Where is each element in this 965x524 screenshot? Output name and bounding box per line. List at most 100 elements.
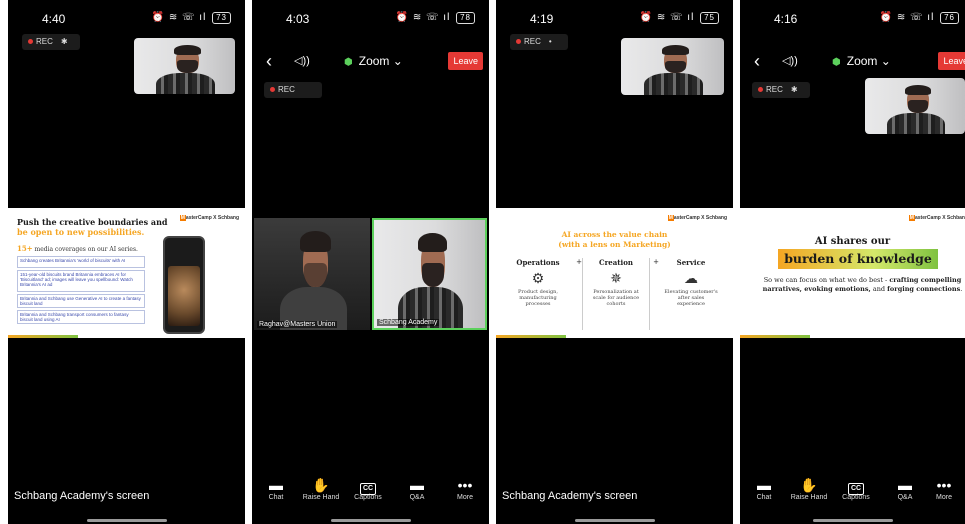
status-icons: ⏰ ≋ ☏ ıl 78: [396, 12, 475, 24]
self-video-pip[interactable]: [621, 38, 724, 95]
more-button[interactable]: ••• More: [922, 476, 965, 501]
slide-title: AI across the value chain: [561, 230, 668, 239]
shared-slide: MasterCamp X Schban AI shares our burden…: [740, 208, 965, 338]
captions-button[interactable]: CC Captions: [834, 476, 878, 501]
phone-mockup-image: [163, 236, 205, 334]
participant-video: [865, 78, 965, 134]
leave-button[interactable]: Leave: [938, 52, 965, 70]
battery-icon: 73: [212, 12, 231, 24]
four-phone-screenshot-collage: 4:40 ⏰ ≋ ☏ ıl 73 REC ✱ MasterCamp X Schba…: [0, 0, 965, 524]
shared-slide: MasterCamp X Schbang AI across the value…: [496, 208, 733, 338]
status-time: 4:19: [530, 12, 554, 26]
qa-button[interactable]: ▬ Q&A: [883, 476, 927, 501]
news-list: Schbang creates Britannia's 'world of bi…: [17, 256, 145, 324]
home-indicator[interactable]: [574, 519, 655, 522]
status-time: 4:16: [774, 12, 798, 26]
news-item: 151-year-old biscuits brand Britannia em…: [17, 270, 145, 292]
speaker-icon[interactable]: ◁)): [782, 54, 798, 67]
speaker-icon[interactable]: ◁)): [294, 54, 310, 67]
recording-dot-icon: [28, 39, 33, 45]
slide-accent-bar: [496, 335, 566, 338]
coverage-line: 15+ media coverages on our AI series.: [17, 244, 138, 253]
rec-extra-icon: •: [548, 37, 552, 46]
qa-icon: ▬: [410, 477, 424, 493]
slide-accent-bar: [740, 335, 810, 338]
shared-slide: MasterCamp X Schbang Push the creative b…: [8, 208, 245, 338]
chat-button[interactable]: ▬ Chat: [742, 476, 786, 501]
chat-icon: ▬: [757, 477, 771, 493]
chat-button[interactable]: ▬ Chat: [254, 476, 298, 501]
home-indicator[interactable]: [86, 519, 167, 522]
column-service: Service ☁ Elevating customer's after sal…: [654, 258, 728, 307]
more-button[interactable]: ••• More: [443, 476, 487, 501]
raise-hand-button[interactable]: ✋ Raise Hand: [299, 476, 343, 501]
participant-tile-raghav[interactable]: Raghav@Masters Union: [254, 218, 370, 330]
meeting-toolbar: ▬ Chat ✋ Raise Hand CC Captions ▬ Q&A ••• Mor…: [252, 476, 489, 510]
status-icons: ⏰ ≋ ☏ ıl 76: [880, 12, 959, 24]
raise-hand-button[interactable]: ✋ Raise Hand: [787, 476, 831, 501]
rec-label: REC: [766, 85, 783, 94]
back-arrow-icon[interactable]: ‹: [266, 52, 272, 70]
phone-4-speaker-view: 4:16 ⏰ ≋ ☏ ıl 76 ‹ ◁)) ⬢Zoom ⌄ Leave REC…: [740, 0, 965, 524]
recording-badge: REC ✱: [22, 34, 80, 50]
meeting-toolbar: ▬ Chat ✋ Raise Hand CC Captions ▬ Q&A ••• Mor…: [740, 476, 965, 510]
slide-title: Push the creative boundaries and: [17, 217, 168, 227]
meeting-top-bar: ‹ ◁)) ⬢Zoom ⌄ Leave: [740, 52, 965, 72]
status-bar: 4:16 ⏰ ≋ ☏ ıl 76: [740, 0, 965, 34]
battery-icon: 75: [700, 12, 719, 24]
security-shield-icon: ⬢: [344, 57, 353, 68]
column-operations: Operations + ⚙ Product design, manufactu…: [500, 258, 582, 307]
battery-icon: 78: [456, 12, 475, 24]
news-item: Britannia and Schbang transport consumer…: [17, 310, 145, 324]
mastercamp-logo: MasterCamp X Schban: [908, 215, 965, 221]
zoom-menu[interactable]: ⬢ Zoom ⌄: [832, 54, 891, 68]
participant-name: Raghav@Masters Union: [257, 321, 338, 328]
rec-label: REC: [36, 37, 53, 46]
status-icons: ⏰ ≋ ☏ ıl 73: [152, 12, 231, 24]
slide-accent-bar: [8, 335, 78, 338]
more-icon: •••: [936, 477, 952, 493]
slide-title: AI shares our: [814, 236, 891, 247]
status-time: 4:40: [42, 12, 66, 26]
status-bar: 4:03 ⏰ ≋ ☏ ıl 78: [252, 0, 489, 34]
more-icon: •••: [457, 477, 473, 493]
participant-tile-schbang[interactable]: Schbang Academy: [372, 218, 487, 330]
back-arrow-icon[interactable]: ‹: [754, 52, 760, 70]
qa-icon: ▬: [898, 477, 912, 493]
screen-share-label: Schbang Academy's screen: [14, 490, 150, 502]
recording-badge: REC •: [510, 34, 568, 50]
chat-icon: ▬: [269, 477, 283, 493]
slide-subtitle: (with a lens on Marketing): [558, 240, 671, 249]
captions-button[interactable]: CC Captions: [346, 476, 390, 501]
zoom-menu[interactable]: ⬢ Zoom ⌄: [344, 54, 403, 68]
participant-video: [621, 38, 724, 95]
recording-badge: REC ✱: [752, 82, 810, 98]
home-indicator[interactable]: [812, 519, 893, 522]
rec-extra-icon: ✱: [790, 85, 798, 94]
status-icons: ⏰ ≋ ☏ ıl 75: [640, 12, 719, 24]
rec-label: REC: [278, 85, 295, 94]
battery-icon: 76: [940, 12, 959, 24]
phone-2-gallery-view: 4:03 ⏰ ≋ ☏ ıl 78 ‹ ◁)) ⬢ Zoom ⌄ Leave REC…: [252, 0, 489, 524]
self-video-pip[interactable]: [865, 78, 965, 134]
mastercamp-logo: MasterCamp X Schbang: [179, 215, 239, 221]
news-item: Schbang creates Britannia's 'world of bi…: [17, 256, 145, 268]
recording-dot-icon: [758, 87, 763, 93]
phone-3-shared-screen: 4:19 ⏰ ≋ ☏ ıl 75 REC • MasterCamp X Schba…: [496, 0, 733, 524]
rec-label: REC: [524, 37, 541, 46]
hand-icon: ✋: [312, 477, 330, 493]
qr-gear-icon: ⚙: [531, 271, 545, 287]
status-bar: 4:40 ⏰ ≋ ☏ ıl 73: [8, 0, 245, 34]
home-indicator[interactable]: [330, 519, 411, 522]
mastercamp-logo: MasterCamp X Schbang: [667, 215, 727, 221]
qa-button[interactable]: ▬ Q&A: [395, 476, 439, 501]
screen-share-label: Schbang Academy's screen: [502, 490, 638, 502]
column-creation: Creation + ✵ Personalization at scale fo…: [582, 258, 659, 330]
participant-name: Schbang Academy: [377, 319, 440, 326]
recording-badge: REC: [264, 82, 322, 98]
value-chain-columns: Operations + ⚙ Product design, manufactu…: [500, 258, 729, 334]
self-video-pip[interactable]: [134, 38, 235, 94]
leave-button[interactable]: Leave: [448, 52, 483, 70]
news-item: Britannia and Schbang use Generative AI …: [17, 294, 145, 308]
security-shield-icon: ⬢: [832, 57, 841, 68]
